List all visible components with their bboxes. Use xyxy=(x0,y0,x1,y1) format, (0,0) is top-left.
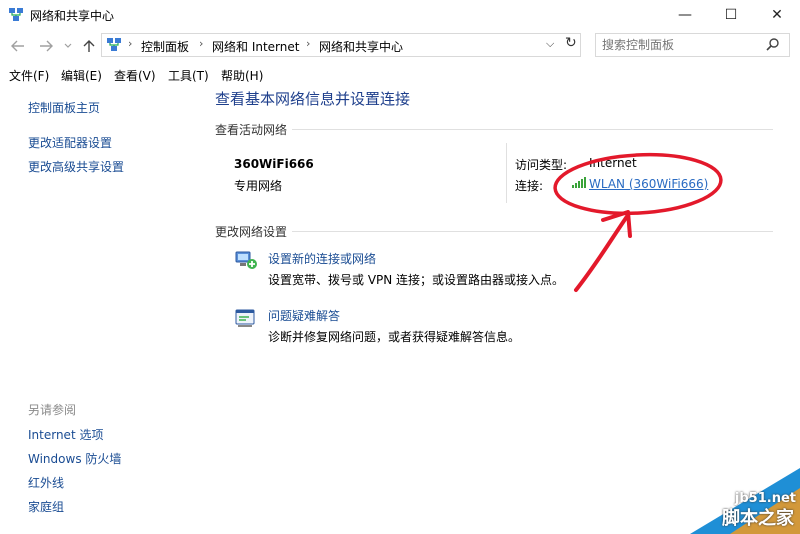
address-dropdown-chevron-icon[interactable]: ⌵ xyxy=(546,37,554,51)
search-box[interactable] xyxy=(595,33,790,57)
wifi-signal-icon xyxy=(572,177,586,188)
menu-help[interactable]: 帮助(H) xyxy=(221,67,263,84)
section-divider xyxy=(292,231,773,232)
network-name: 360WiFi666 xyxy=(234,157,314,171)
setup-new-connection-link[interactable]: 设置新的连接或网络 xyxy=(268,250,376,267)
see-also-internet-options[interactable]: Internet 选项 xyxy=(28,426,103,443)
maximize-button[interactable]: ☐ xyxy=(708,0,754,30)
access-type-value: Internet xyxy=(589,156,637,170)
network-category: 专用网络 xyxy=(234,179,283,193)
watermark-name: 脚本之家 xyxy=(722,508,794,529)
troubleshoot-icon xyxy=(235,309,255,327)
minimize-button[interactable]: — xyxy=(662,0,708,30)
setup-new-connection-desc: 设置宽带、拨号或 VPN 连接；或设置路由器或接入点。 xyxy=(268,273,565,287)
breadcrumb-network-internet[interactable]: 网络和 Internet xyxy=(212,38,299,55)
troubleshoot-desc: 诊断并修复网络问题，或者获得疑难解答信息。 xyxy=(268,330,521,344)
network-center-icon xyxy=(9,8,23,21)
page-title: 查看基本网络信息并设置连接 xyxy=(215,90,411,108)
section-divider xyxy=(292,129,773,130)
see-also-heading: 另请参阅 xyxy=(28,403,77,417)
access-type-label: 访问类型: xyxy=(515,158,568,172)
vertical-divider xyxy=(506,143,507,203)
menu-tools[interactable]: 工具(T) xyxy=(168,67,209,84)
connection-label: 连接: xyxy=(515,179,544,193)
see-also-homegroup[interactable]: 家庭组 xyxy=(28,498,64,515)
title-bar: 网络和共享中心 — ☐ ✕ xyxy=(0,0,800,30)
menu-file[interactable]: 文件(F) xyxy=(9,67,49,84)
sidebar-change-adapter-settings[interactable]: 更改适配器设置 xyxy=(28,134,112,151)
refresh-icon[interactable]: ↻ xyxy=(565,35,577,51)
close-button[interactable]: ✕ xyxy=(754,0,800,30)
breadcrumb-separator: › xyxy=(306,37,311,50)
search-input[interactable] xyxy=(602,37,762,53)
breadcrumb-separator: › xyxy=(199,37,204,50)
control-panel-icon xyxy=(107,38,121,51)
breadcrumb-control-panel[interactable]: 控制面板 xyxy=(141,38,189,55)
breadcrumb-network-sharing-center[interactable]: 网络和共享中心 xyxy=(319,38,403,55)
forward-arrow-icon[interactable] xyxy=(38,37,54,55)
recent-chevron-down-icon[interactable] xyxy=(63,37,73,55)
see-also-windows-firewall[interactable]: Windows 防火墙 xyxy=(28,450,121,467)
active-networks-heading: 查看活动网络 xyxy=(215,123,288,137)
new-connection-icon xyxy=(235,251,257,269)
search-icon[interactable] xyxy=(766,37,780,51)
see-also-infrared[interactable]: 红外线 xyxy=(28,474,64,491)
sidebar-change-advanced-sharing[interactable]: 更改高级共享设置 xyxy=(28,158,124,175)
menu-view[interactable]: 查看(V) xyxy=(114,67,156,84)
up-arrow-icon[interactable] xyxy=(82,37,96,55)
breadcrumb-separator: › xyxy=(128,37,133,50)
window-title: 网络和共享中心 xyxy=(30,9,115,23)
back-arrow-icon[interactable] xyxy=(10,37,26,55)
troubleshoot-link[interactable]: 问题疑难解答 xyxy=(268,307,340,324)
change-settings-heading: 更改网络设置 xyxy=(215,225,288,239)
menu-edit[interactable]: 编辑(E) xyxy=(61,67,102,84)
wlan-connection-link[interactable]: WLAN (360WiFi666) xyxy=(589,177,708,191)
sidebar-control-panel-home[interactable]: 控制面板主页 xyxy=(28,99,100,116)
